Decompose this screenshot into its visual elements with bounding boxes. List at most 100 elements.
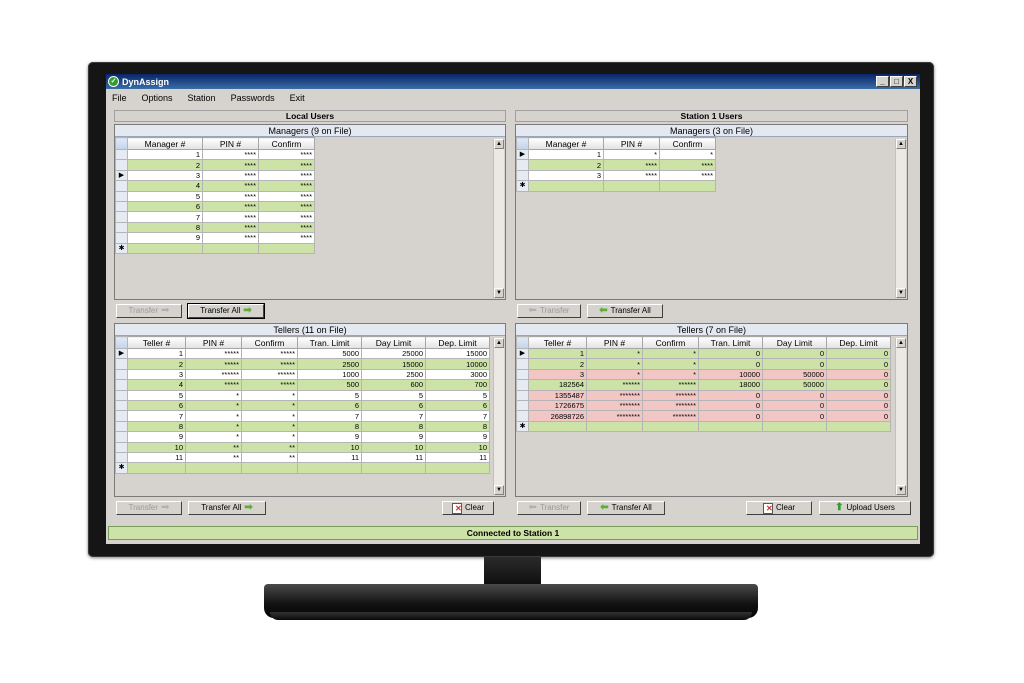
empty-cell[interactable] [202, 242, 259, 254]
empty-cell[interactable] [586, 420, 643, 433]
cell-day[interactable]: 5 [361, 389, 426, 401]
table-row[interactable]: 5 **** **** [115, 190, 315, 202]
empty-cell[interactable] [361, 462, 426, 474]
local-manager-transfer-all-button[interactable]: Transfer All ➡ [187, 303, 265, 319]
menu-options[interactable]: Options [142, 93, 173, 103]
row-selector[interactable] [115, 211, 128, 223]
table-row[interactable]: 11 ** ** 11 11 11 [115, 451, 490, 464]
cell-confirm[interactable]: **** [258, 221, 315, 234]
cell-day[interactable]: 50000 [762, 368, 827, 381]
column-header[interactable]: Dep. Limit [425, 336, 490, 349]
row-selector[interactable] [115, 431, 128, 443]
cell-tran[interactable]: 9 [297, 431, 362, 443]
cell-confirm[interactable]: * [241, 431, 298, 443]
minimize-button[interactable]: _ [876, 76, 889, 87]
cell-pin[interactable]: **** [202, 221, 259, 234]
cell-id[interactable]: 1 [127, 347, 186, 360]
table-row[interactable]: 3 **** **** [516, 169, 716, 182]
cell-id[interactable]: 1355487 [528, 389, 587, 401]
column-header[interactable]: PIN # [185, 336, 242, 349]
table-row[interactable]: 3 ****** ****** 1000 2500 3000 [115, 368, 490, 381]
column-header[interactable]: PIN # [603, 137, 660, 150]
cell-day[interactable]: 50000 [762, 379, 827, 391]
cell-dep[interactable]: 7 [425, 410, 490, 422]
cell-tran[interactable]: 11 [297, 451, 362, 464]
cell-pin[interactable]: * [586, 358, 643, 370]
cell-dep[interactable]: 0 [826, 368, 891, 381]
cell-day[interactable]: 2500 [361, 368, 426, 381]
cell-confirm[interactable]: ******* [642, 399, 699, 412]
cell-confirm[interactable]: **** [258, 200, 315, 213]
cell-pin[interactable]: **** [603, 169, 660, 182]
cell-confirm[interactable]: ***** [241, 379, 298, 391]
cell-id[interactable]: 1 [528, 148, 604, 161]
column-header[interactable]: Confirm [258, 137, 315, 150]
cell-id[interactable]: 2 [528, 358, 587, 370]
cell-id[interactable]: 6 [127, 399, 186, 412]
empty-cell[interactable] [127, 242, 203, 254]
empty-cell[interactable] [603, 180, 660, 192]
new-row-asterisk-icon[interactable]: ✱ [516, 420, 529, 433]
table-row[interactable]: 2 ***** ***** 2500 15000 10000 [115, 358, 490, 370]
table-row[interactable]: 10 ** ** 10 10 10 [115, 441, 490, 453]
cell-id[interactable]: 8 [127, 221, 203, 234]
table-row[interactable]: 26898726 ******** ******** 0 0 0 [516, 410, 891, 422]
cell-day[interactable]: 15000 [361, 358, 426, 370]
cell-id[interactable]: 1 [528, 347, 587, 360]
cell-id[interactable]: 3 [528, 368, 587, 381]
cell-tran[interactable]: 2500 [297, 358, 362, 370]
cell-pin[interactable]: **** [202, 169, 259, 182]
maximize-button[interactable]: □ [890, 76, 903, 87]
table-row[interactable]: 3 * * 10000 50000 0 [516, 368, 891, 381]
cell-day[interactable]: 8 [361, 420, 426, 433]
current-row-pointer-icon[interactable]: ▶ [115, 347, 128, 360]
new-row-asterisk-icon[interactable]: ✱ [115, 462, 128, 474]
cell-pin[interactable]: * [185, 410, 242, 422]
row-selector-corner[interactable] [516, 137, 529, 150]
menu-exit[interactable]: Exit [290, 93, 305, 103]
table-row[interactable]: 6 * * 6 6 6 [115, 399, 490, 412]
scroll-down-icon[interactable]: ▼ [494, 485, 504, 495]
cell-pin[interactable]: ***** [185, 358, 242, 370]
cell-confirm[interactable]: * [642, 347, 699, 360]
column-header[interactable]: Tran. Limit [698, 336, 763, 349]
cell-tran[interactable]: 0 [698, 410, 763, 422]
cell-pin[interactable]: ******** [586, 410, 643, 422]
row-selector[interactable] [115, 451, 128, 464]
local-teller-transfer-button[interactable]: Transfer ➡ [116, 501, 182, 515]
table-row[interactable]: 8 * * 8 8 8 [115, 420, 490, 433]
row-selector[interactable] [516, 169, 529, 182]
cell-confirm[interactable]: **** [258, 180, 315, 192]
cell-confirm[interactable]: ****** [241, 368, 298, 381]
row-selector[interactable] [115, 232, 128, 244]
table-row[interactable]: ▶ 1 ***** ***** 5000 25000 15000 [115, 347, 490, 360]
row-selector[interactable] [516, 410, 529, 422]
table-row[interactable]: 2 **** **** [115, 159, 315, 171]
cell-pin[interactable]: **** [603, 159, 660, 171]
cell-tran[interactable]: 5000 [297, 347, 362, 360]
local-clear-button[interactable]: Clear [442, 501, 494, 515]
cell-dep[interactable]: 0 [826, 410, 891, 422]
row-selector[interactable] [115, 420, 128, 433]
table-row[interactable]: 1726675 ******* ******* 0 0 0 [516, 399, 891, 412]
cell-pin[interactable]: * [185, 399, 242, 412]
cell-id[interactable]: 182564 [528, 379, 587, 391]
cell-id[interactable]: 3 [127, 169, 203, 182]
empty-cell[interactable] [297, 462, 362, 474]
cell-dep[interactable]: 3000 [425, 368, 490, 381]
cell-confirm[interactable]: **** [258, 159, 315, 171]
cell-confirm[interactable]: **** [258, 169, 315, 182]
cell-dep[interactable]: 10 [425, 441, 490, 453]
cell-pin[interactable]: ****** [185, 368, 242, 381]
column-header[interactable]: Confirm [241, 336, 298, 349]
cell-pin[interactable]: ****** [586, 379, 643, 391]
cell-pin[interactable]: * [603, 148, 660, 161]
column-header[interactable]: Manager # [528, 137, 604, 150]
table-row[interactable]: 8 **** **** [115, 221, 315, 234]
cell-pin[interactable]: **** [202, 180, 259, 192]
menu-passwords[interactable]: Passwords [231, 93, 275, 103]
table-row[interactable]: 5 * * 5 5 5 [115, 389, 490, 401]
cell-day[interactable]: 0 [762, 399, 827, 412]
row-selector-corner[interactable] [115, 336, 128, 349]
station-tellers-scrollbar[interactable]: ▲ ▼ [895, 338, 906, 495]
